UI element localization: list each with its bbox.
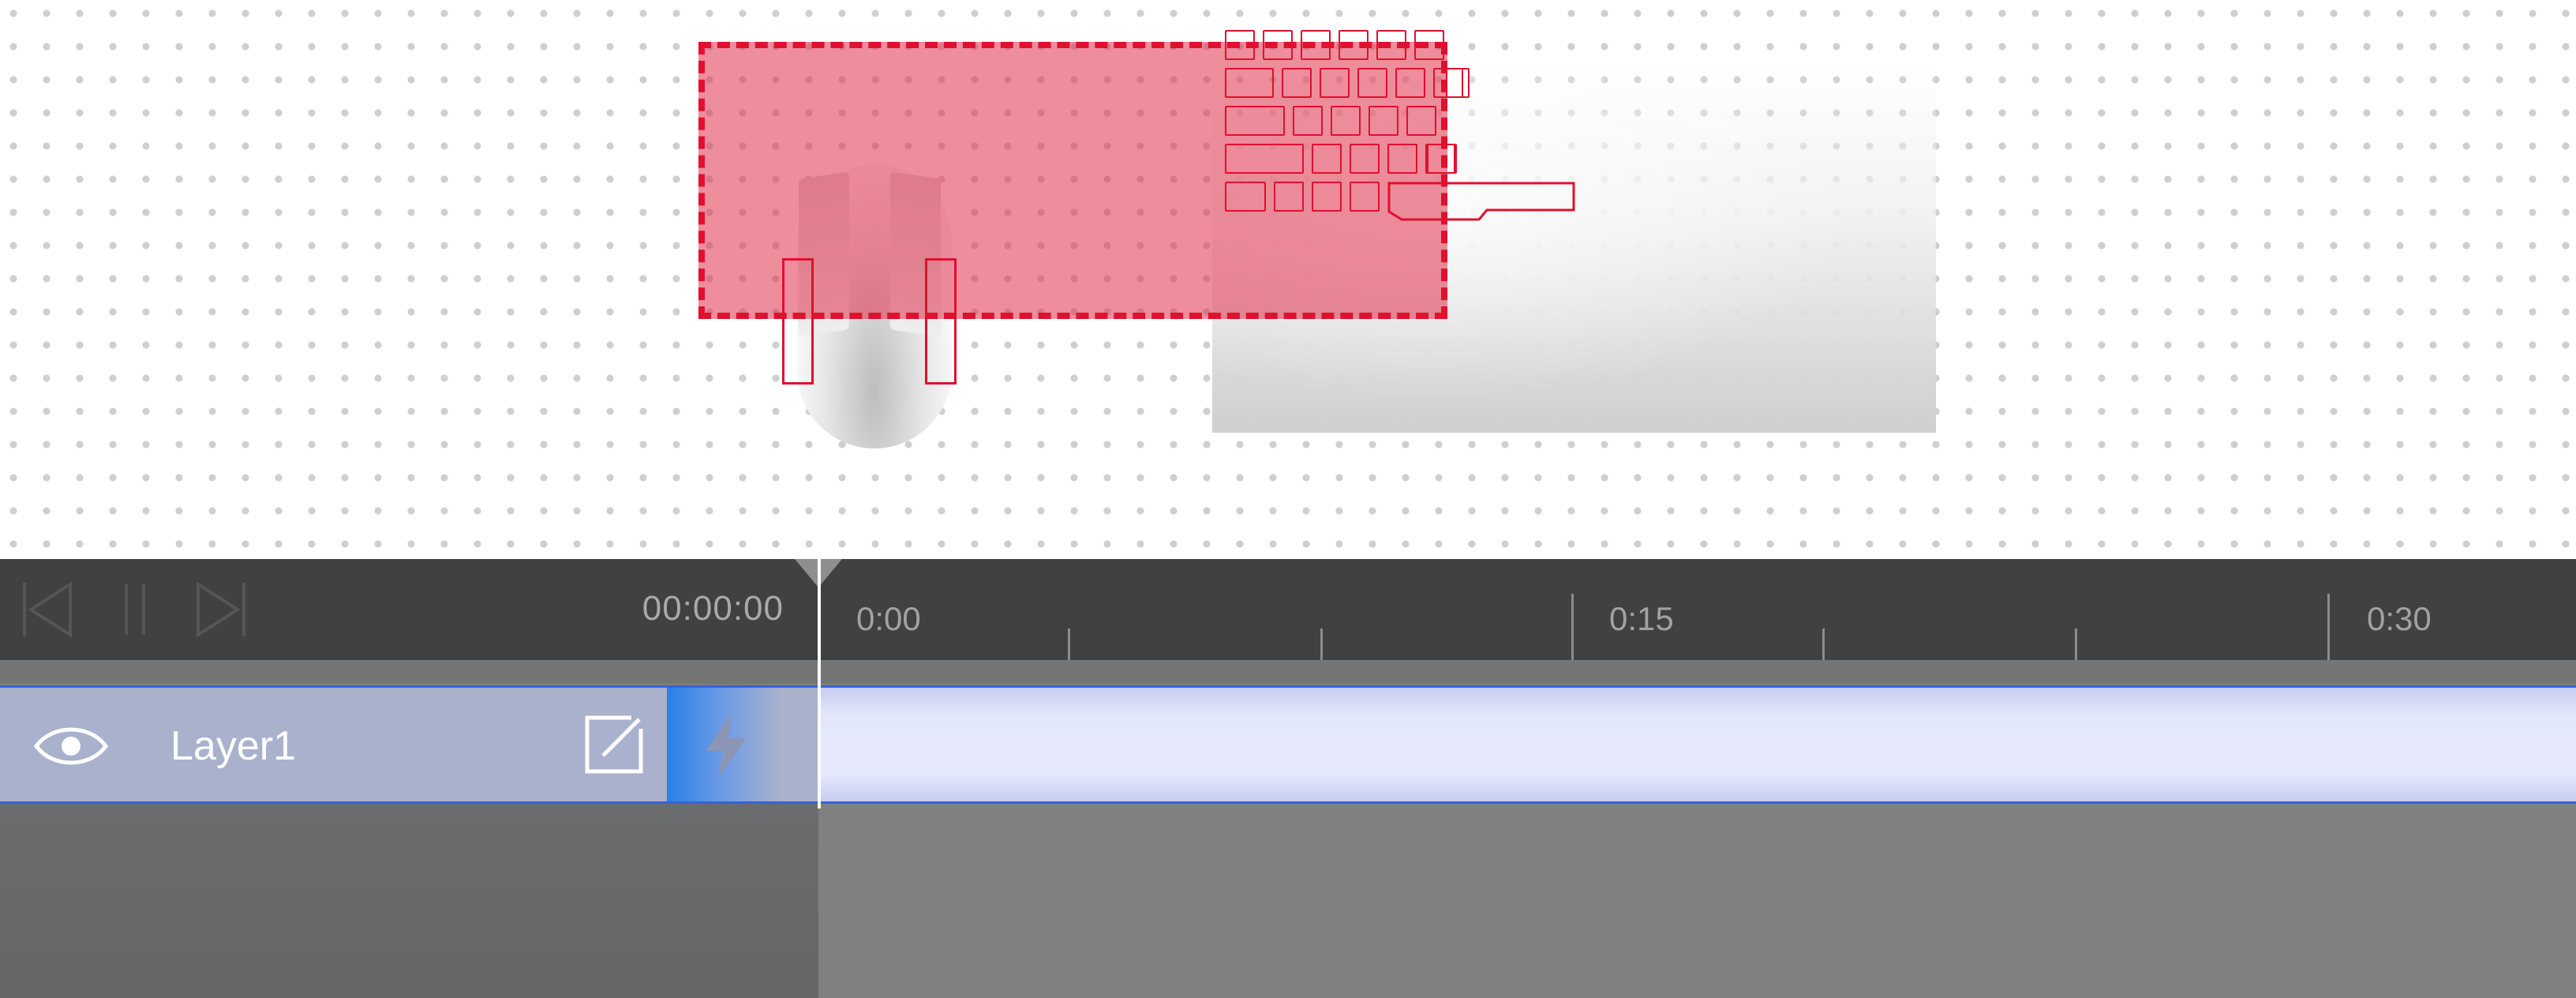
- layer-track-layer1[interactable]: [818, 685, 2576, 804]
- skip-back-button[interactable]: [19, 580, 76, 640]
- track-header-strip: [0, 660, 2576, 684]
- key-outline: [1312, 144, 1342, 174]
- key-outline: [1225, 68, 1274, 98]
- key-outline: [1225, 30, 1255, 60]
- key-outline: [1395, 68, 1425, 98]
- pause-button[interactable]: [106, 580, 163, 640]
- key-outline: [1293, 106, 1323, 136]
- key-outline: [1339, 30, 1368, 60]
- skip-back-icon: [23, 581, 72, 638]
- current-time-display: 00:00:00: [642, 589, 784, 628]
- ruler-label-15: 0:15: [1609, 600, 1674, 637]
- time-ruler[interactable]: 0:00 0:15 0:30: [818, 559, 2576, 660]
- key-outline: [1376, 30, 1406, 60]
- key-outline: [1312, 182, 1342, 212]
- eye-icon[interactable]: [33, 719, 109, 773]
- key-outline: [1263, 30, 1293, 60]
- timeline-panel: 00:00:00 0:00 0:15 0:30 Layer1: [0, 559, 2576, 998]
- key-outline: [1350, 144, 1380, 174]
- ruler-minor-tick: [1822, 628, 1825, 660]
- ruler-minor-tick: [1068, 628, 1070, 660]
- ruler-label-0: 0:00: [856, 600, 921, 637]
- canvas[interactable]: [0, 0, 2576, 559]
- pause-icon: [125, 584, 145, 635]
- skip-forward-button[interactable]: [193, 580, 249, 640]
- key-outline: [1274, 182, 1304, 212]
- key-outline: [1446, 68, 1470, 98]
- key-outline: [1301, 30, 1331, 60]
- key-outline: [1406, 106, 1436, 136]
- key-outline: [1357, 68, 1387, 98]
- hotspot-right-button[interactable]: [925, 258, 957, 385]
- ruler-minor-tick: [1320, 628, 1323, 660]
- key-outline: [1331, 106, 1361, 136]
- spacebar-outline: [1387, 182, 1575, 221]
- layer-list-empty-area: [0, 804, 818, 998]
- transport-controls: 00:00:00: [0, 559, 818, 660]
- lightning-icon[interactable]: [698, 711, 754, 781]
- ruler-minor-tick: [2075, 628, 2077, 660]
- key-outline: [1427, 144, 1457, 174]
- playhead-line[interactable]: [818, 559, 821, 809]
- ruler-major-tick: [1571, 594, 1574, 660]
- hotspot-left-button[interactable]: [782, 258, 814, 385]
- key-outline: [1282, 68, 1312, 98]
- layer-action-cell[interactable]: [667, 685, 818, 804]
- ruler-label-30: 0:30: [2367, 600, 2432, 637]
- key-outline: [1320, 68, 1350, 98]
- key-outline: [1350, 182, 1380, 212]
- key-outline: [1225, 144, 1304, 174]
- key-outline: [1225, 182, 1266, 212]
- key-outline: [1368, 106, 1398, 136]
- layer-name[interactable]: Layer1: [170, 722, 296, 770]
- key-outline: [1387, 144, 1417, 174]
- edit-icon[interactable]: [584, 715, 644, 775]
- key-outline: [1414, 30, 1444, 60]
- ruler-major-tick: [2327, 594, 2330, 660]
- layer-row-layer1[interactable]: Layer1: [0, 685, 667, 804]
- key-outline: [1225, 106, 1285, 136]
- skip-forward-icon: [197, 581, 245, 638]
